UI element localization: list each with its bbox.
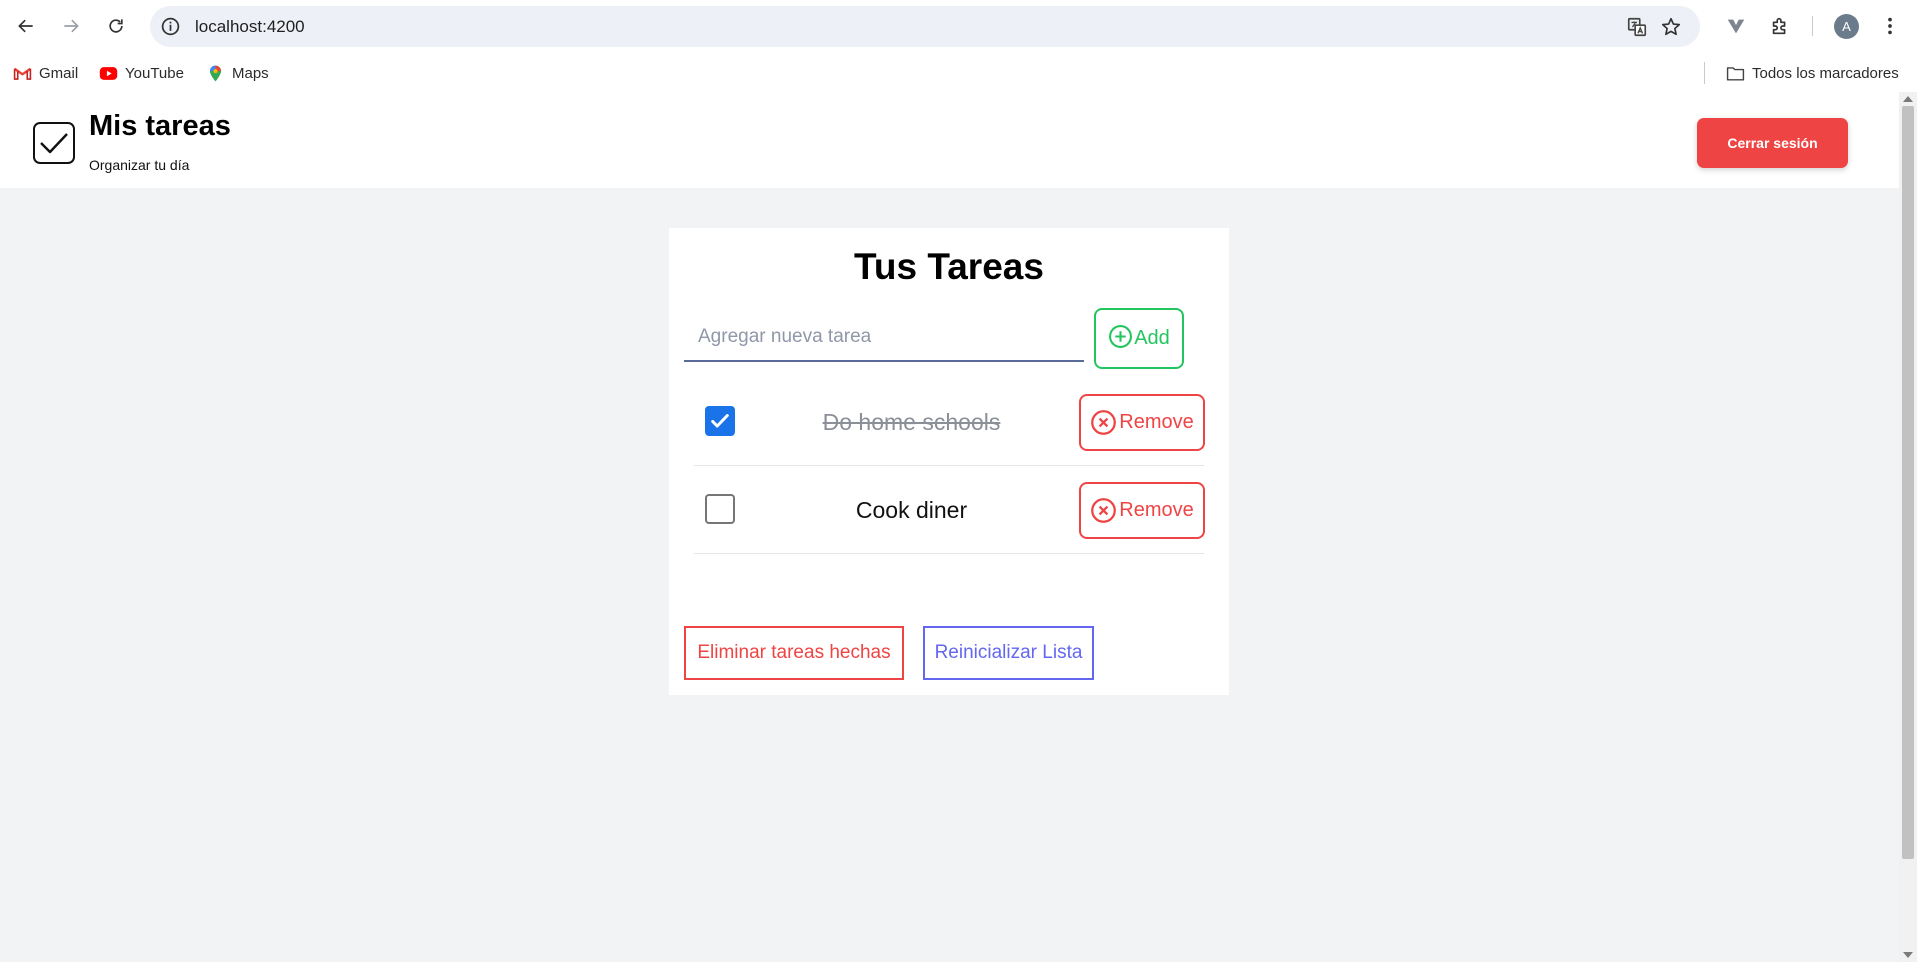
app-subtitle: Organizar tu día <box>89 157 190 173</box>
task-text: Do home schools <box>822 409 1001 435</box>
folder-icon <box>1726 66 1745 81</box>
reload-button[interactable] <box>101 11 131 41</box>
app-title: Mis tareas <box>89 110 231 142</box>
bookmarks-bar: Gmail YouTube Maps Todos los marcadores <box>0 52 1917 92</box>
profile-avatar[interactable]: A <box>1834 14 1859 39</box>
logout-button[interactable]: Cerrar sesión <box>1697 118 1848 168</box>
toolbar-divider <box>1812 16 1813 36</box>
arrow-left-icon <box>18 19 33 33</box>
all-bookmarks-label: Todos los marcadores <box>1752 64 1899 82</box>
browser-toolbar: localhost:4200 A <box>0 0 1917 52</box>
extensions-icon[interactable] <box>1768 14 1792 38</box>
vertical-scrollbar[interactable] <box>1899 92 1917 962</box>
scroll-down-arrow[interactable] <box>1903 952 1913 958</box>
task-row: Do home schools Remove <box>694 378 1205 466</box>
remove-button-label: Remove <box>1119 499 1194 521</box>
bookmark-star-icon[interactable] <box>1660 16 1682 38</box>
url-text[interactable]: localhost:4200 <box>195 17 305 37</box>
app-header: Mis tareas Organizar tu día Cerrar sesió… <box>0 92 1899 188</box>
kebab-menu-icon[interactable] <box>1878 14 1902 38</box>
all-bookmarks-folder[interactable]: Todos los marcadores <box>1726 63 1899 83</box>
gmail-icon <box>13 67 32 80</box>
back-button[interactable] <box>11 11 41 41</box>
arrow-right-icon <box>64 19 79 33</box>
scroll-thumb[interactable] <box>1902 106 1914 859</box>
task-text: Cook diner <box>855 497 968 523</box>
task-checkbox-checked[interactable] <box>705 406 735 436</box>
remove-task-button[interactable]: Remove <box>1079 394 1205 451</box>
bookmark-gmail[interactable]: Gmail <box>13 63 78 83</box>
vpn-extension-icon[interactable] <box>1724 14 1748 38</box>
bookmark-youtube[interactable]: YouTube <box>99 63 184 83</box>
translate-icon[interactable] <box>1626 16 1648 38</box>
maps-icon <box>209 65 222 81</box>
reset-list-button[interactable]: Reinicializar Lista <box>923 626 1094 680</box>
bookmarks-divider <box>1704 62 1705 84</box>
remove-task-button[interactable]: Remove <box>1079 482 1205 539</box>
checkmark-icon <box>711 414 729 428</box>
plus-circle-icon <box>1109 324 1133 348</box>
task-checkbox-unchecked[interactable] <box>705 494 735 524</box>
reload-icon <box>109 19 123 33</box>
address-bar[interactable]: localhost:4200 <box>150 6 1700 47</box>
checkmark-icon <box>40 133 68 154</box>
bookmark-label: Maps <box>232 64 269 82</box>
site-info-icon[interactable] <box>160 16 181 37</box>
page-viewport: Mis tareas Organizar tu día Cerrar sesió… <box>0 92 1899 962</box>
youtube-icon <box>99 66 118 80</box>
add-task-button[interactable]: Add <box>1094 308 1184 369</box>
clear-done-button[interactable]: Eliminar tareas hechas <box>684 626 904 680</box>
forward-button[interactable] <box>56 11 86 41</box>
app-logo <box>33 122 75 164</box>
new-task-input[interactable] <box>684 314 1084 362</box>
tasks-card: Tus Tareas Add Do home schools Remove Co… <box>669 228 1229 695</box>
x-circle-icon <box>1091 410 1117 435</box>
remove-button-label: Remove <box>1119 411 1194 433</box>
scroll-up-arrow[interactable] <box>1903 96 1913 102</box>
x-circle-icon <box>1091 498 1117 523</box>
bookmark-label: YouTube <box>125 64 184 82</box>
task-row: Cook diner Remove <box>694 466 1205 554</box>
bookmark-label: Gmail <box>39 64 79 82</box>
tasks-title: Tus Tareas <box>854 246 1044 287</box>
add-button-label: Add <box>1134 327 1170 349</box>
bookmark-maps[interactable]: Maps <box>206 63 269 83</box>
